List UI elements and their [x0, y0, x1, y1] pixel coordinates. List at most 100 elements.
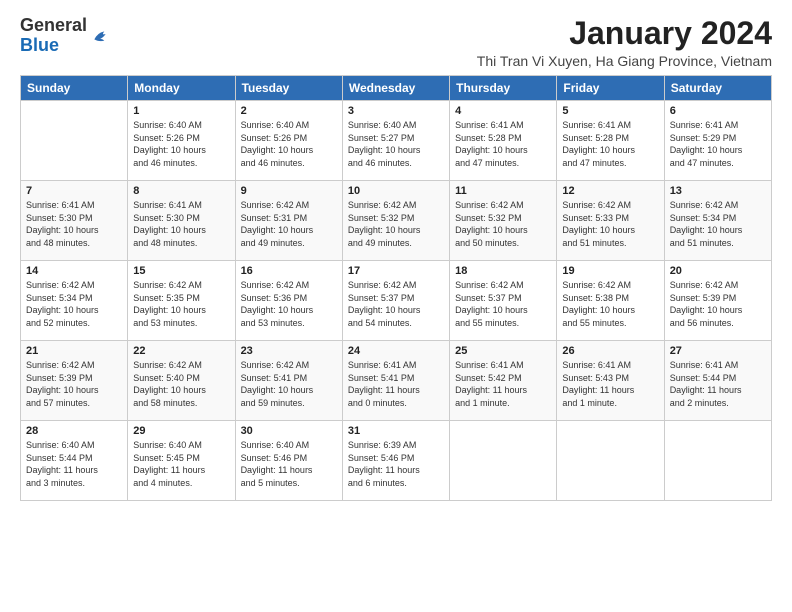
page: General Blue January 2024 Thi Tran Vi Xu… [0, 0, 792, 612]
day-info: Sunrise: 6:42 AM Sunset: 5:39 PM Dayligh… [26, 359, 122, 409]
calendar-week-row: 7Sunrise: 6:41 AM Sunset: 5:30 PM Daylig… [21, 181, 772, 261]
day-number: 3 [348, 105, 444, 117]
calendar-cell: 7Sunrise: 6:41 AM Sunset: 5:30 PM Daylig… [21, 181, 128, 261]
calendar-cell: 22 Sunrise: 6:42 AM Sunset: 5:40 PM Dayli… [128, 341, 235, 421]
day-number: 28 [26, 425, 122, 437]
day-info: Sunrise: 6:41 AM Sunset: 5:29 PM Dayligh… [670, 119, 766, 169]
calendar-cell: 18 Sunrise: 6:42 AM Sunset: 5:37 PM Dayli… [450, 261, 557, 341]
day-number: 18 [455, 265, 551, 277]
day-number: 2 [241, 105, 337, 117]
day-number: 10 [348, 185, 444, 197]
day-number: 24 [348, 345, 444, 357]
day-info: Sunrise: 6:40 AM Sunset: 5:26 PM Dayligh… [241, 119, 337, 169]
day-info: Sunrise: 6:42 AM Sunset: 5:34 PM Dayligh… [26, 279, 122, 329]
day-info: Sunrise: 6:42 AM Sunset: 5:37 PM Dayligh… [455, 279, 551, 329]
day-info: Sunrise: 6:42 AM Sunset: 5:37 PM Dayligh… [348, 279, 444, 329]
day-info: Sunrise: 6:42 AM Sunset: 5:31 PM Dayligh… [241, 199, 337, 249]
day-number: 5 [562, 105, 658, 117]
day-number: 21 [26, 345, 122, 357]
day-info: Sunrise: 6:41 AM Sunset: 5:28 PM Dayligh… [455, 119, 551, 169]
logo: General Blue [20, 16, 111, 56]
column-header-wednesday: Wednesday [342, 76, 449, 101]
calendar-cell: 20Sunrise: 6:42 AM Sunset: 5:39 PM Dayli… [664, 261, 771, 341]
calendar-cell: 24 Sunrise: 6:41 AM Sunset: 5:41 PM Dayli… [342, 341, 449, 421]
day-info: Sunrise: 6:41 AM Sunset: 5:44 PM Dayligh… [670, 359, 766, 409]
column-header-friday: Friday [557, 76, 664, 101]
calendar-cell: 17Sunrise: 6:42 AM Sunset: 5:37 PM Dayli… [342, 261, 449, 341]
month-title: January 2024 [477, 16, 772, 51]
calendar-cell: 3 Sunrise: 6:40 AM Sunset: 5:27 PM Daylig… [342, 101, 449, 181]
calendar-cell: 19Sunrise: 6:42 AM Sunset: 5:38 PM Dayli… [557, 261, 664, 341]
calendar-header-row: SundayMondayTuesdayWednesdayThursdayFrid… [21, 76, 772, 101]
day-number: 29 [133, 425, 229, 437]
day-number: 8 [133, 185, 229, 197]
day-info: Sunrise: 6:42 AM Sunset: 5:32 PM Dayligh… [455, 199, 551, 249]
calendar-cell: 10Sunrise: 6:42 AM Sunset: 5:32 PM Dayli… [342, 181, 449, 261]
day-info: Sunrise: 6:42 AM Sunset: 5:33 PM Dayligh… [562, 199, 658, 249]
day-info: Sunrise: 6:41 AM Sunset: 5:30 PM Dayligh… [26, 199, 122, 249]
calendar-cell [664, 421, 771, 501]
calendar-cell: 16 Sunrise: 6:42 AM Sunset: 5:36 PM Dayli… [235, 261, 342, 341]
location-title: Thi Tran Vi Xuyen, Ha Giang Province, Vi… [477, 53, 772, 69]
calendar-week-row: 28 Sunrise: 6:40 AM Sunset: 5:44 PM Dayli… [21, 421, 772, 501]
day-info: Sunrise: 6:39 AM Sunset: 5:46 PM Dayligh… [348, 439, 444, 489]
calendar-cell: 11 Sunrise: 6:42 AM Sunset: 5:32 PM Dayli… [450, 181, 557, 261]
calendar-cell: 25Sunrise: 6:41 AM Sunset: 5:42 PM Dayli… [450, 341, 557, 421]
calendar-cell: 15Sunrise: 6:42 AM Sunset: 5:35 PM Dayli… [128, 261, 235, 341]
day-info: Sunrise: 6:42 AM Sunset: 5:35 PM Dayligh… [133, 279, 229, 329]
day-number: 27 [670, 345, 766, 357]
logo-bird-icon [91, 26, 111, 46]
calendar-cell: 13 Sunrise: 6:42 AM Sunset: 5:34 PM Dayli… [664, 181, 771, 261]
day-number: 22 [133, 345, 229, 357]
calendar-cell: 14 Sunrise: 6:42 AM Sunset: 5:34 PM Dayli… [21, 261, 128, 341]
day-info: Sunrise: 6:41 AM Sunset: 5:43 PM Dayligh… [562, 359, 658, 409]
calendar-cell: 6 Sunrise: 6:41 AM Sunset: 5:29 PM Daylig… [664, 101, 771, 181]
day-number: 11 [455, 185, 551, 197]
calendar-cell: 12 Sunrise: 6:42 AM Sunset: 5:33 PM Dayli… [557, 181, 664, 261]
day-number: 26 [562, 345, 658, 357]
day-info: Sunrise: 6:42 AM Sunset: 5:39 PM Dayligh… [670, 279, 766, 329]
calendar-cell [557, 421, 664, 501]
day-info: Sunrise: 6:42 AM Sunset: 5:41 PM Dayligh… [241, 359, 337, 409]
calendar-cell: 5 Sunrise: 6:41 AM Sunset: 5:28 PM Daylig… [557, 101, 664, 181]
calendar-week-row: 21 Sunrise: 6:42 AM Sunset: 5:39 PM Dayli… [21, 341, 772, 421]
day-info: Sunrise: 6:42 AM Sunset: 5:36 PM Dayligh… [241, 279, 337, 329]
column-header-sunday: Sunday [21, 76, 128, 101]
day-info: Sunrise: 6:42 AM Sunset: 5:40 PM Dayligh… [133, 359, 229, 409]
day-number: 12 [562, 185, 658, 197]
logo-text: General Blue [20, 16, 87, 56]
logo-blue: Blue [20, 35, 59, 55]
day-info: Sunrise: 6:40 AM Sunset: 5:27 PM Dayligh… [348, 119, 444, 169]
calendar-table: SundayMondayTuesdayWednesdayThursdayFrid… [20, 75, 772, 501]
day-info: Sunrise: 6:40 AM Sunset: 5:26 PM Dayligh… [133, 119, 229, 169]
column-header-thursday: Thursday [450, 76, 557, 101]
day-number: 14 [26, 265, 122, 277]
day-info: Sunrise: 6:42 AM Sunset: 5:34 PM Dayligh… [670, 199, 766, 249]
day-number: 25 [455, 345, 551, 357]
day-number: 13 [670, 185, 766, 197]
calendar-cell: 21 Sunrise: 6:42 AM Sunset: 5:39 PM Dayli… [21, 341, 128, 421]
logo-general: General [20, 15, 87, 35]
day-info: Sunrise: 6:41 AM Sunset: 5:28 PM Dayligh… [562, 119, 658, 169]
day-info: Sunrise: 6:41 AM Sunset: 5:30 PM Dayligh… [133, 199, 229, 249]
day-number: 16 [241, 265, 337, 277]
calendar-cell: 8 Sunrise: 6:41 AM Sunset: 5:30 PM Daylig… [128, 181, 235, 261]
day-number: 30 [241, 425, 337, 437]
day-number: 23 [241, 345, 337, 357]
day-number: 9 [241, 185, 337, 197]
day-number: 31 [348, 425, 444, 437]
calendar-cell: 27 Sunrise: 6:41 AM Sunset: 5:44 PM Dayli… [664, 341, 771, 421]
column-header-monday: Monday [128, 76, 235, 101]
calendar-cell: 1 Sunrise: 6:40 AM Sunset: 5:26 PM Daylig… [128, 101, 235, 181]
day-number: 1 [133, 105, 229, 117]
day-info: Sunrise: 6:40 AM Sunset: 5:44 PM Dayligh… [26, 439, 122, 489]
calendar-cell: 30Sunrise: 6:40 AM Sunset: 5:46 PM Dayli… [235, 421, 342, 501]
day-info: Sunrise: 6:40 AM Sunset: 5:45 PM Dayligh… [133, 439, 229, 489]
day-number: 6 [670, 105, 766, 117]
day-number: 4 [455, 105, 551, 117]
day-info: Sunrise: 6:41 AM Sunset: 5:41 PM Dayligh… [348, 359, 444, 409]
title-block: January 2024 Thi Tran Vi Xuyen, Ha Giang… [477, 16, 772, 69]
calendar-week-row: 14 Sunrise: 6:42 AM Sunset: 5:34 PM Dayli… [21, 261, 772, 341]
calendar-cell [21, 101, 128, 181]
calendar-cell: 31 Sunrise: 6:39 AM Sunset: 5:46 PM Dayli… [342, 421, 449, 501]
